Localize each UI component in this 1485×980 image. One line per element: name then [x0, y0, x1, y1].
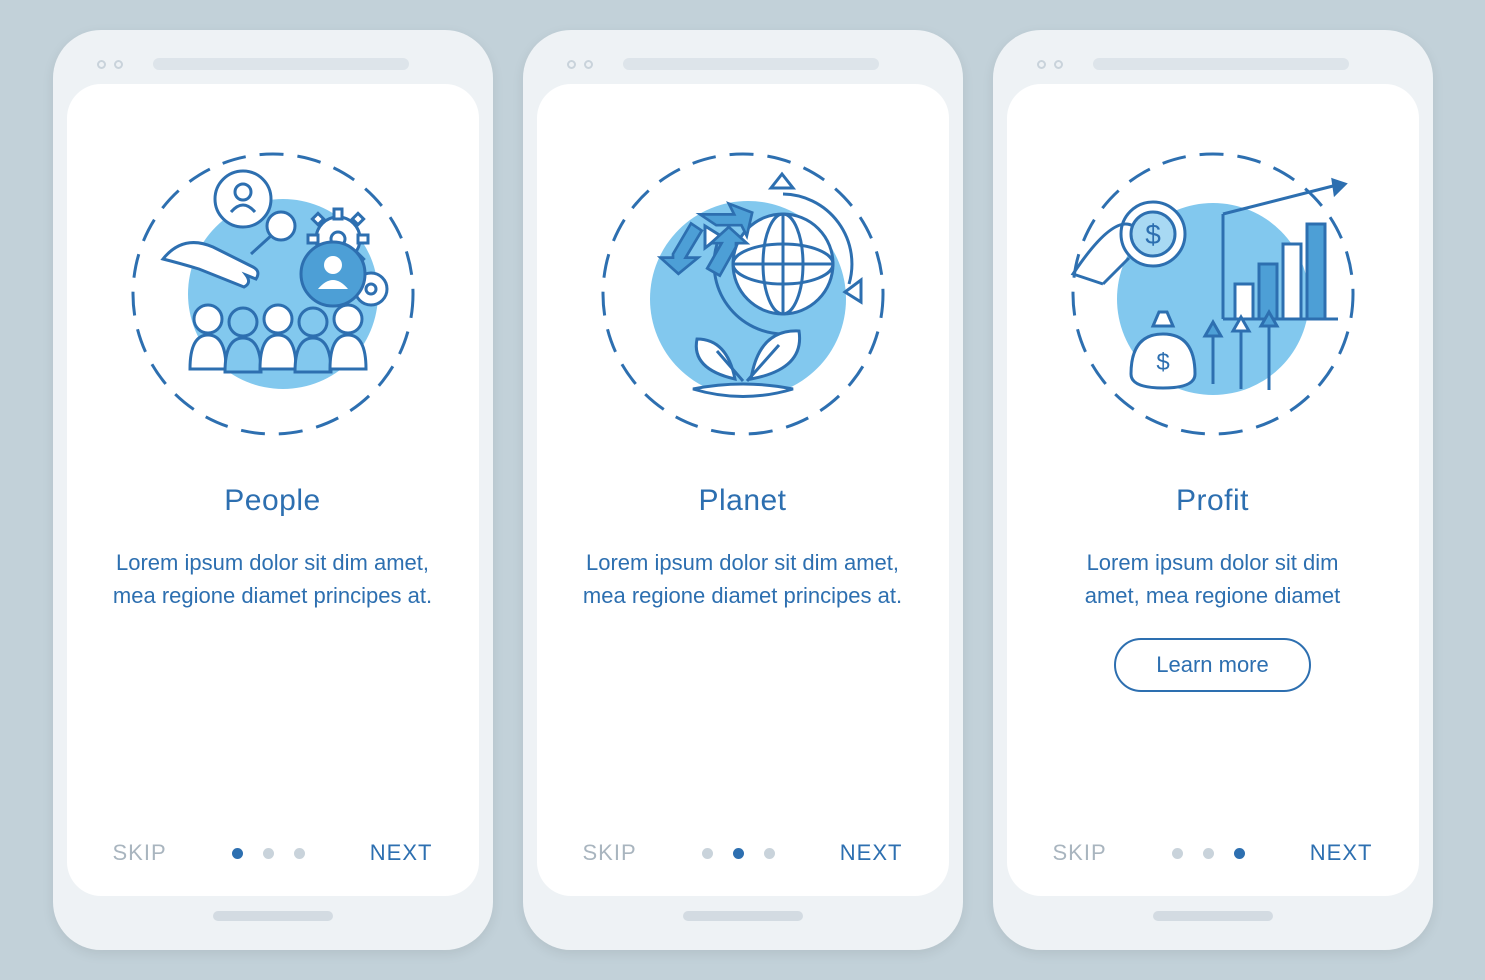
pager-dot[interactable] [702, 848, 713, 859]
svg-text:$: $ [1145, 219, 1161, 250]
next-button[interactable]: NEXT [840, 840, 903, 866]
planet-icon [593, 144, 893, 444]
home-indicator [213, 911, 333, 921]
phone-frame: $ $ Profit Lorem ipsum dolor s [993, 30, 1433, 950]
pager-dot[interactable] [1172, 848, 1183, 859]
phone-notch [1007, 44, 1419, 84]
skip-button[interactable]: SKIP [113, 840, 167, 866]
page-indicator [702, 848, 775, 859]
people-icon [123, 144, 423, 444]
pager-dot[interactable] [1234, 848, 1245, 859]
next-button[interactable]: NEXT [370, 840, 433, 866]
home-indicator [683, 911, 803, 921]
phone-frame: Planet Lorem ipsum dolor sit dim amet, m… [523, 30, 963, 950]
pager-dot[interactable] [232, 848, 243, 859]
onboarding-body: Lorem ipsum dolor sit dim amet, mea regi… [1063, 546, 1363, 612]
phone-notch [67, 44, 479, 84]
svg-text:$: $ [1156, 349, 1169, 376]
skip-button[interactable]: SKIP [1053, 840, 1107, 866]
onboarding-body: Lorem ipsum dolor sit dim amet, mea regi… [113, 546, 433, 612]
onboarding-screen: People Lorem ipsum dolor sit dim amet, m… [67, 84, 479, 896]
page-indicator [232, 848, 305, 859]
onboarding-footer: SKIP NEXT [577, 830, 909, 866]
onboarding-screen: Planet Lorem ipsum dolor sit dim amet, m… [537, 84, 949, 896]
pager-dot[interactable] [294, 848, 305, 859]
next-button[interactable]: NEXT [1310, 840, 1373, 866]
onboarding-title: Profit [1176, 484, 1249, 518]
pager-dot[interactable] [733, 848, 744, 859]
onboarding-footer: SKIP NEXT [107, 830, 439, 866]
onboarding-title: People [224, 484, 320, 518]
phone-notch [537, 44, 949, 84]
onboarding-body: Lorem ipsum dolor sit dim amet, mea regi… [583, 546, 903, 612]
pager-dot[interactable] [263, 848, 274, 859]
home-indicator [1153, 911, 1273, 921]
profit-icon: $ $ [1063, 144, 1363, 444]
onboarding-title: Planet [698, 484, 786, 518]
page-indicator [1172, 848, 1245, 859]
onboarding-screen: $ $ Profit Lorem ipsum dolor s [1007, 84, 1419, 896]
skip-button[interactable]: SKIP [583, 840, 637, 866]
pager-dot[interactable] [1203, 848, 1214, 859]
learn-more-button[interactable]: Learn more [1114, 638, 1311, 692]
pager-dot[interactable] [764, 848, 775, 859]
onboarding-footer: SKIP NEXT [1047, 830, 1379, 866]
phone-frame: People Lorem ipsum dolor sit dim amet, m… [53, 30, 493, 950]
